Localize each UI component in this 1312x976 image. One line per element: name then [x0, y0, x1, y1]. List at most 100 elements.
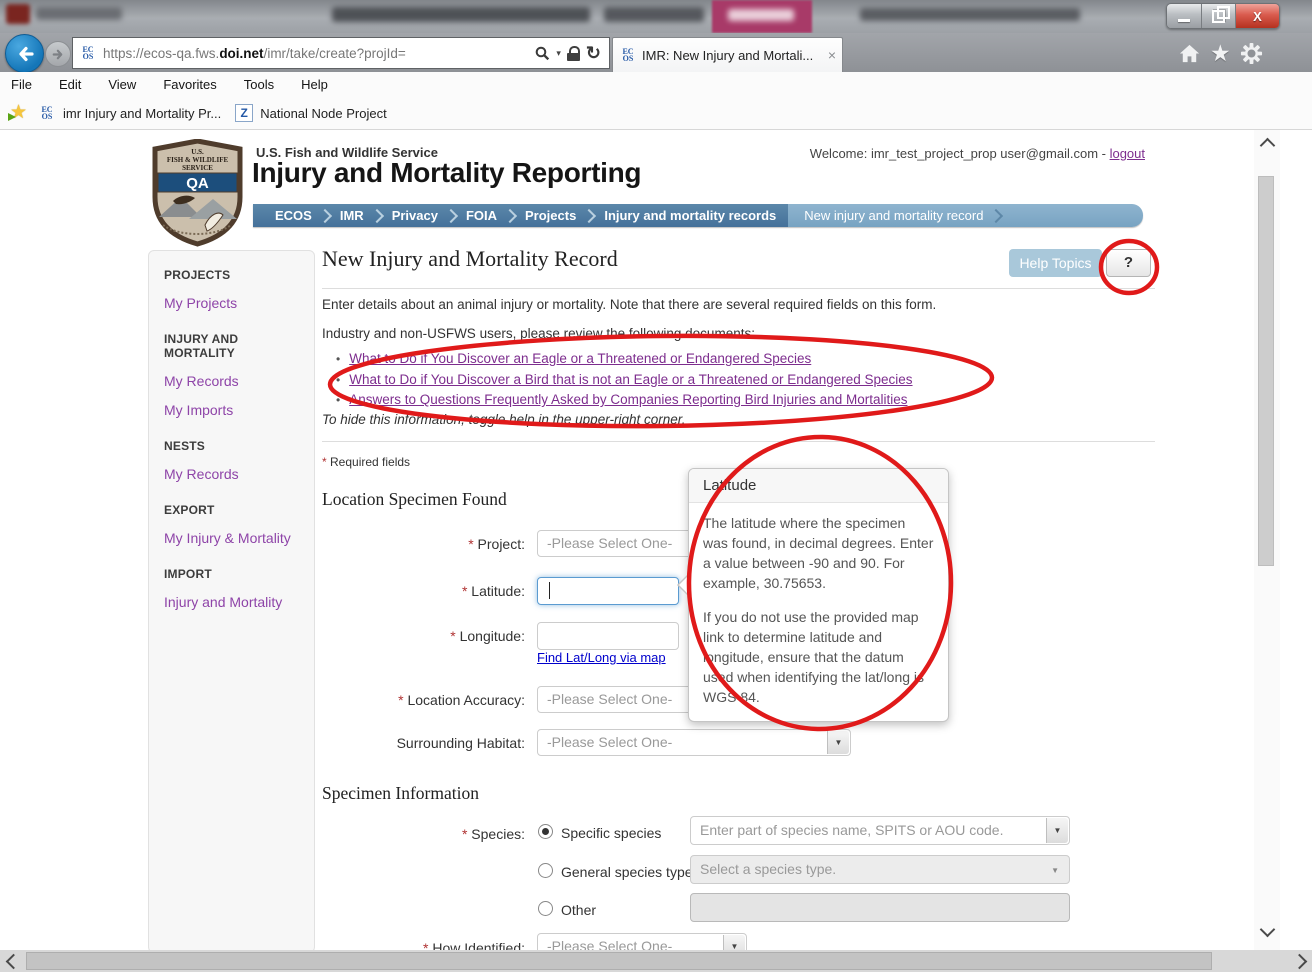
required-fields-note: * Required fields [322, 455, 410, 469]
dropdown-arrow-icon[interactable]: ▼ [827, 731, 849, 754]
doc-link-bird-not-eagle[interactable]: What to Do if You Discover a Bird that i… [349, 372, 912, 387]
home-icon[interactable] [1178, 42, 1201, 65]
chevron-right-icon [503, 208, 517, 222]
latitude-input[interactable] [537, 577, 679, 605]
restore-button[interactable] [1202, 4, 1236, 28]
species-label: * Species: [322, 826, 525, 842]
bullet-icon: • [336, 393, 340, 407]
sidebar-item-my-records[interactable]: My Records [164, 373, 306, 389]
menu-edit[interactable]: Edit [59, 77, 81, 92]
doc-link-faq[interactable]: Answers to Questions Frequently Asked by… [349, 392, 907, 407]
document-links-list: • What to Do if You Discover an Eagle or … [336, 349, 913, 411]
other-species-input[interactable] [690, 893, 1070, 922]
sidebar-header-export: EXPORT [164, 503, 306, 517]
minimize-button[interactable] [1167, 4, 1202, 28]
find-latlong-map-link[interactable]: Find Lat/Long via map [537, 650, 666, 665]
favorite-item-national-node[interactable]: National Node Project [260, 106, 386, 121]
chevron-right-icon [444, 208, 458, 222]
breadcrumb-current: New injury and mortality record [796, 208, 991, 223]
horizontal-scrollbar-thumb[interactable] [26, 952, 1212, 970]
breadcrumb: ECOS IMR Privacy FOIA Projects Injury an… [253, 204, 1143, 227]
help-topics-button[interactable]: Help Topics [1009, 249, 1102, 277]
menu-view[interactable]: View [108, 77, 136, 92]
vertical-scrollbar-thumb[interactable] [1258, 176, 1274, 566]
sidebar-item-nests-my-records[interactable]: My Records [164, 466, 306, 482]
general-species-type-radio[interactable] [538, 863, 553, 878]
lock-icon [567, 46, 580, 61]
help-toggle-button[interactable]: ? [1106, 249, 1151, 277]
background-title-blur3 [860, 8, 1080, 21]
breadcrumb-foia[interactable]: FOIA [458, 208, 505, 223]
search-dropdown-caret-icon[interactable]: ▾ [556, 48, 561, 59]
breadcrumb-imr[interactable]: IMR [332, 208, 372, 223]
back-arrow-icon [14, 43, 36, 65]
review-note: Industry and non-USFWS users, please rev… [322, 326, 755, 341]
screenshot-root: X ECOS https://ecos-qa.fws.doi.net/imr/t… [0, 0, 1312, 976]
menu-tools[interactable]: Tools [244, 77, 274, 92]
settings-gear-icon[interactable] [1240, 42, 1263, 65]
chevron-right-icon [582, 208, 596, 222]
svg-text:SERVICE: SERVICE [182, 164, 213, 172]
add-favorite-icon[interactable]: ★ [10, 103, 32, 123]
scroll-left-icon[interactable] [6, 954, 22, 970]
background-title-blur2 [604, 7, 704, 22]
divider [322, 288, 1155, 289]
forward-button[interactable] [45, 41, 71, 67]
general-species-type-radio-label[interactable]: General species type [561, 864, 693, 880]
scroll-down-icon[interactable] [1260, 922, 1276, 938]
menu-help[interactable]: Help [301, 77, 328, 92]
doc-link-eagle[interactable]: What to Do if You Discover an Eagle or a… [349, 351, 811, 366]
scroll-right-icon[interactable] [1292, 954, 1308, 970]
address-bar[interactable]: ECOS https://ecos-qa.fws.doi.net/imr/tak… [72, 37, 610, 69]
dropdown-arrow-icon[interactable]: ▼ [1051, 866, 1059, 875]
tab-title: IMR: New Injury and Mortali... [642, 48, 813, 63]
refresh-icon[interactable]: ↻ [586, 44, 601, 62]
svg-text:U.S.: U.S. [191, 148, 204, 156]
sidebar-header-projects: PROJECTS [164, 268, 306, 282]
browser-toolbar-icons: ★ [1178, 40, 1288, 66]
welcome-line: Welcome: imr_test_project_prop user@gmai… [810, 146, 1145, 161]
other-species-radio-label[interactable]: Other [561, 902, 596, 918]
favorite-ecos-icon: ECOS [38, 106, 56, 120]
hide-help-note: To hide this information, toggle help in… [322, 412, 685, 427]
breadcrumb-injury-mortality-records[interactable]: Injury and mortality records [596, 208, 784, 223]
list-item: •What to Do if You Discover a Bird that … [336, 370, 913, 391]
scroll-up-icon[interactable] [1260, 138, 1276, 154]
latitude-help-tooltip: Latitude The latitude where the specimen… [688, 468, 949, 722]
surrounding-habitat-select[interactable]: -Please Select One-▼ [537, 729, 851, 756]
url-text: https://ecos-qa.fws.doi.net/imr/take/cre… [103, 46, 406, 61]
tooltip-paragraph: If you do not use the provided map link … [703, 607, 934, 707]
general-species-type-select[interactable]: Select a species type.▼ [690, 855, 1070, 884]
location-section-heading: Location Specimen Found [322, 489, 507, 510]
favorites-star-icon[interactable]: ★ [1210, 42, 1231, 65]
specific-species-radio[interactable] [538, 824, 553, 839]
search-icon[interactable] [535, 46, 550, 61]
specific-species-radio-label[interactable]: Specific species [561, 825, 661, 841]
chevron-right-icon [989, 208, 1003, 222]
sidebar-item-my-injury-mortality[interactable]: My Injury & Mortality [164, 530, 306, 546]
breadcrumb-projects[interactable]: Projects [517, 208, 584, 223]
breadcrumb-ecos[interactable]: ECOS [267, 208, 320, 223]
sidebar-item-import-injury-and-mortality[interactable]: Injury and Mortality [164, 594, 306, 610]
menu-file[interactable]: File [11, 77, 32, 92]
specific-species-combobox[interactable]: Enter part of species name, SPITS or AOU… [690, 816, 1070, 845]
favorites-bar: ★ ECOS imr Injury and Mortality Pr... Z … [0, 97, 1312, 130]
back-button[interactable] [5, 34, 44, 73]
tooltip-arrow [679, 575, 689, 595]
sidebar-header-injury-and-mortality: INJURY AND MORTALITY [164, 332, 306, 360]
breadcrumb-privacy[interactable]: Privacy [384, 208, 446, 223]
horizontal-scrollbar [0, 950, 1312, 972]
logout-link[interactable]: logout [1110, 146, 1145, 161]
browser-tab[interactable]: ECOS IMR: New Injury and Mortali... × [612, 37, 843, 72]
other-species-radio[interactable] [538, 901, 553, 916]
dropdown-arrow-icon[interactable]: ▼ [1046, 818, 1068, 843]
tab-close-icon[interactable]: × [828, 48, 836, 62]
menu-favorites[interactable]: Favorites [163, 77, 216, 92]
usfws-qa-logo: U.S. FISH & WILDLIFE SERVICE QA [149, 139, 246, 247]
close-button[interactable]: X [1236, 4, 1279, 28]
sidebar-item-my-projects[interactable]: My Projects [164, 295, 306, 311]
sidebar-item-my-imports[interactable]: My Imports [164, 402, 306, 418]
longitude-input[interactable] [537, 622, 679, 650]
background-title-blur [332, 7, 590, 22]
favorite-item-imr[interactable]: imr Injury and Mortality Pr... [63, 106, 221, 121]
